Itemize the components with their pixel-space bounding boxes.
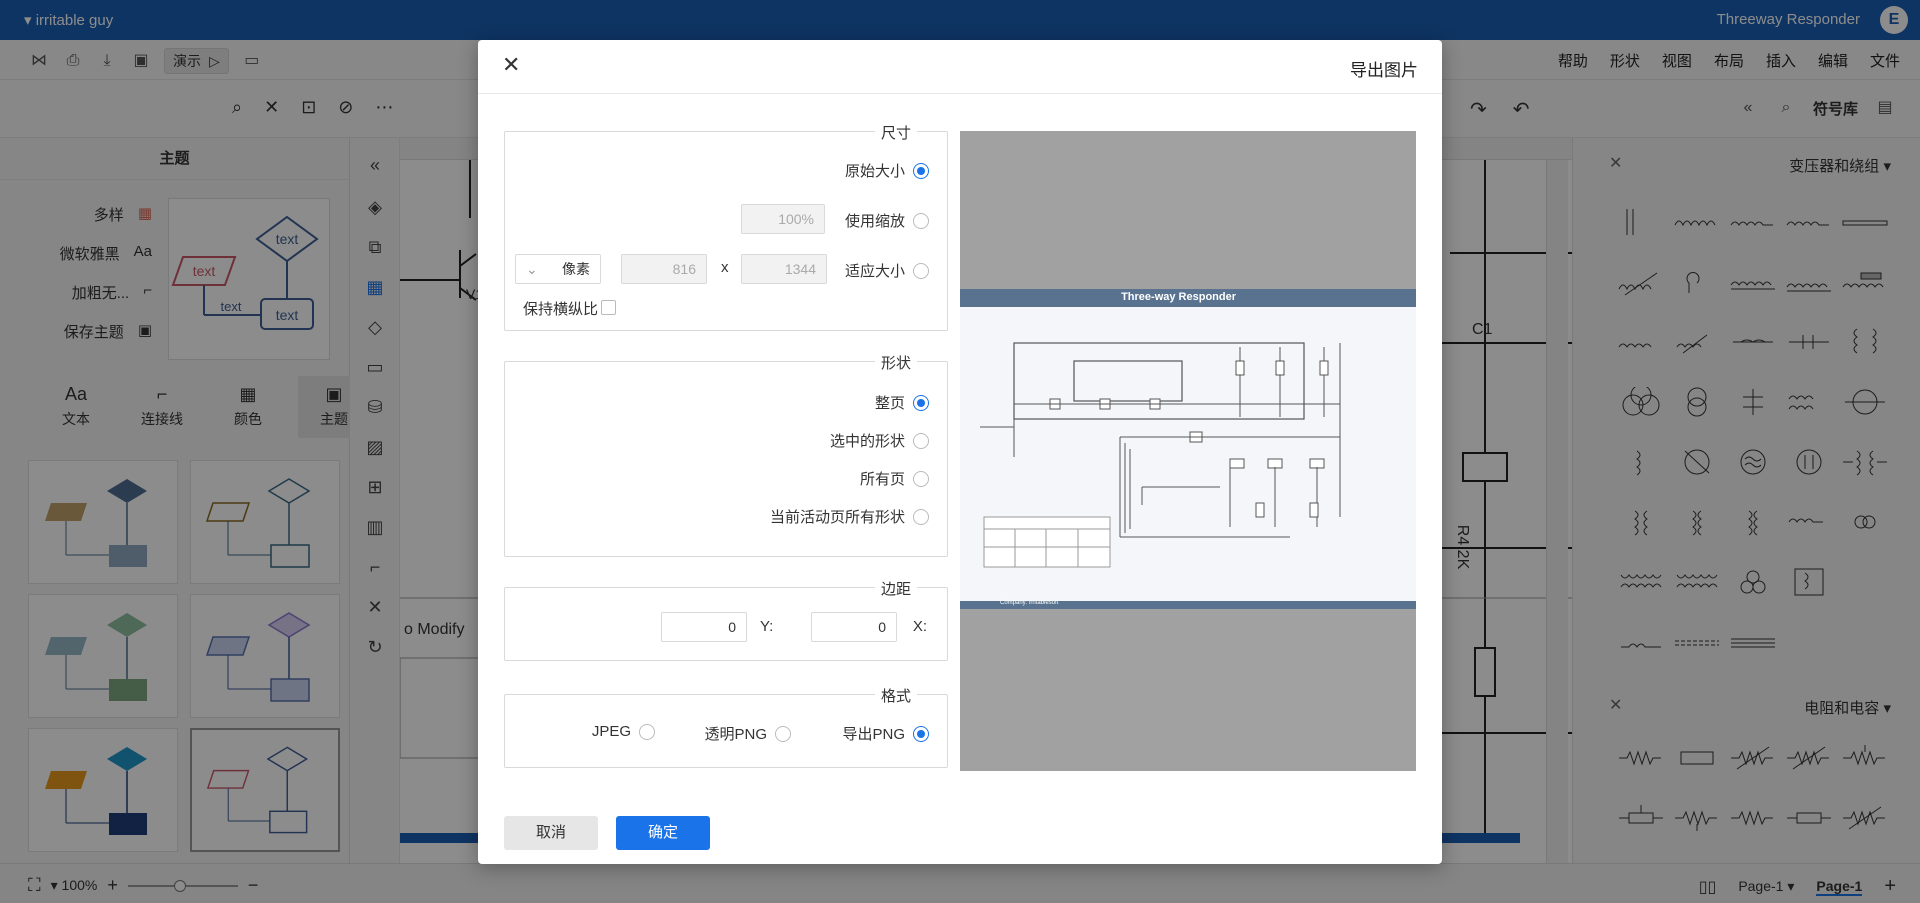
preview-header-band: Three-way Responder [960, 289, 1416, 307]
current-page-shapes-label: 当前活动页所有形状 [769, 509, 905, 526]
current-page-shapes-radio[interactable] [913, 508, 929, 525]
height-input[interactable]: 816 [621, 254, 707, 284]
preview-footer-band: Company: irritablesoft [960, 600, 1416, 609]
preview-page: Three-way Responder Company: irritableso… [960, 289, 1416, 609]
jpeg-radio[interactable] [639, 723, 655, 740]
all-pages-radio[interactable] [913, 470, 929, 487]
keep-ratio-label: 保持横纵比 [523, 301, 599, 318]
fit-size-label: 适应大小 [844, 263, 905, 280]
transparent-png-label: 透明PNG [704, 726, 767, 743]
all-pages-option[interactable]: 所有页 [860, 468, 929, 489]
margin-x-input[interactable]: 0 [811, 612, 897, 642]
png-radio[interactable] [913, 725, 929, 742]
all-pages-label: 所有页 [859, 471, 905, 488]
scale-label: 使用缩放 [844, 213, 905, 230]
preview-footer: Company: irritablesoft [1000, 600, 1059, 606]
export-image-dialog: 导出图片 ✕ Three-way Responder Company: irri… [478, 40, 1442, 864]
margin-y-input[interactable]: 0 [661, 612, 747, 642]
whole-page-label: 整页 [874, 395, 905, 412]
fit-size-radio[interactable] [913, 262, 929, 279]
png-label: 导出PNG [842, 726, 905, 743]
jpeg-option[interactable]: JPEG [592, 723, 655, 740]
scale-input[interactable]: 100% [741, 204, 825, 234]
whole-page-option[interactable]: 整页 [875, 392, 929, 413]
chevron-down-icon: ⌄ [526, 261, 538, 277]
selected-shapes-option[interactable]: 选中的形状 [830, 430, 929, 451]
format-group: 格式 导出PNG 透明PNG JPEG [504, 685, 948, 768]
png-option[interactable]: 导出PNG [842, 723, 929, 744]
margin-y-label: Y: [760, 618, 774, 635]
confirm-button[interactable]: 确定 [616, 816, 710, 850]
unit-value: 像素 [562, 261, 590, 277]
current-page-shapes-option[interactable]: 当前活动页所有形状 [770, 506, 929, 527]
original-size-radio[interactable] [913, 162, 929, 179]
shape-legend: 形状 [874, 352, 917, 373]
unit-select[interactable]: ⌄ 像素 [515, 254, 601, 284]
margin-legend: 边距 [874, 578, 917, 599]
keep-ratio-checkbox[interactable] [601, 300, 616, 315]
width-input[interactable]: 1344 [741, 254, 827, 284]
transparent-png-radio[interactable] [775, 725, 791, 742]
original-size-option[interactable]: 原始大小 [845, 160, 929, 181]
format-legend: 格式 [874, 685, 917, 706]
margin-x-label: X: [912, 618, 927, 635]
dialog-title: 导出图片 [1350, 61, 1418, 80]
shape-group: 形状 整页 选中的形状 所有页 当前活动页所有形状 [504, 352, 948, 557]
dialog-header: 导出图片 ✕ [478, 40, 1442, 94]
times-label: x [721, 259, 729, 276]
scale-radio[interactable] [913, 212, 929, 229]
whole-page-radio[interactable] [913, 394, 929, 411]
original-size-label: 原始大小 [844, 163, 905, 180]
transparent-png-option[interactable]: 透明PNG [704, 723, 791, 744]
size-legend: 尺寸 [874, 122, 917, 143]
close-icon[interactable]: ✕ [502, 52, 520, 78]
selected-shapes-radio[interactable] [913, 432, 929, 449]
margin-group: 边距 X: 0 Y: 0 [504, 578, 948, 661]
preview-title: Three-way Responder [1121, 291, 1236, 303]
size-group: 尺寸 原始大小 使用缩放 100% 适应大小 1344 x 816 ⌄ 像素 保… [504, 122, 948, 331]
export-preview: Three-way Responder Company: irritableso… [960, 131, 1416, 771]
jpeg-label: JPEG [591, 723, 631, 740]
selected-shapes-label: 选中的形状 [829, 433, 905, 450]
scale-option[interactable]: 使用缩放 [845, 210, 929, 231]
cancel-button[interactable]: 取消 [504, 816, 598, 850]
fit-size-option[interactable]: 适应大小 [845, 260, 929, 281]
